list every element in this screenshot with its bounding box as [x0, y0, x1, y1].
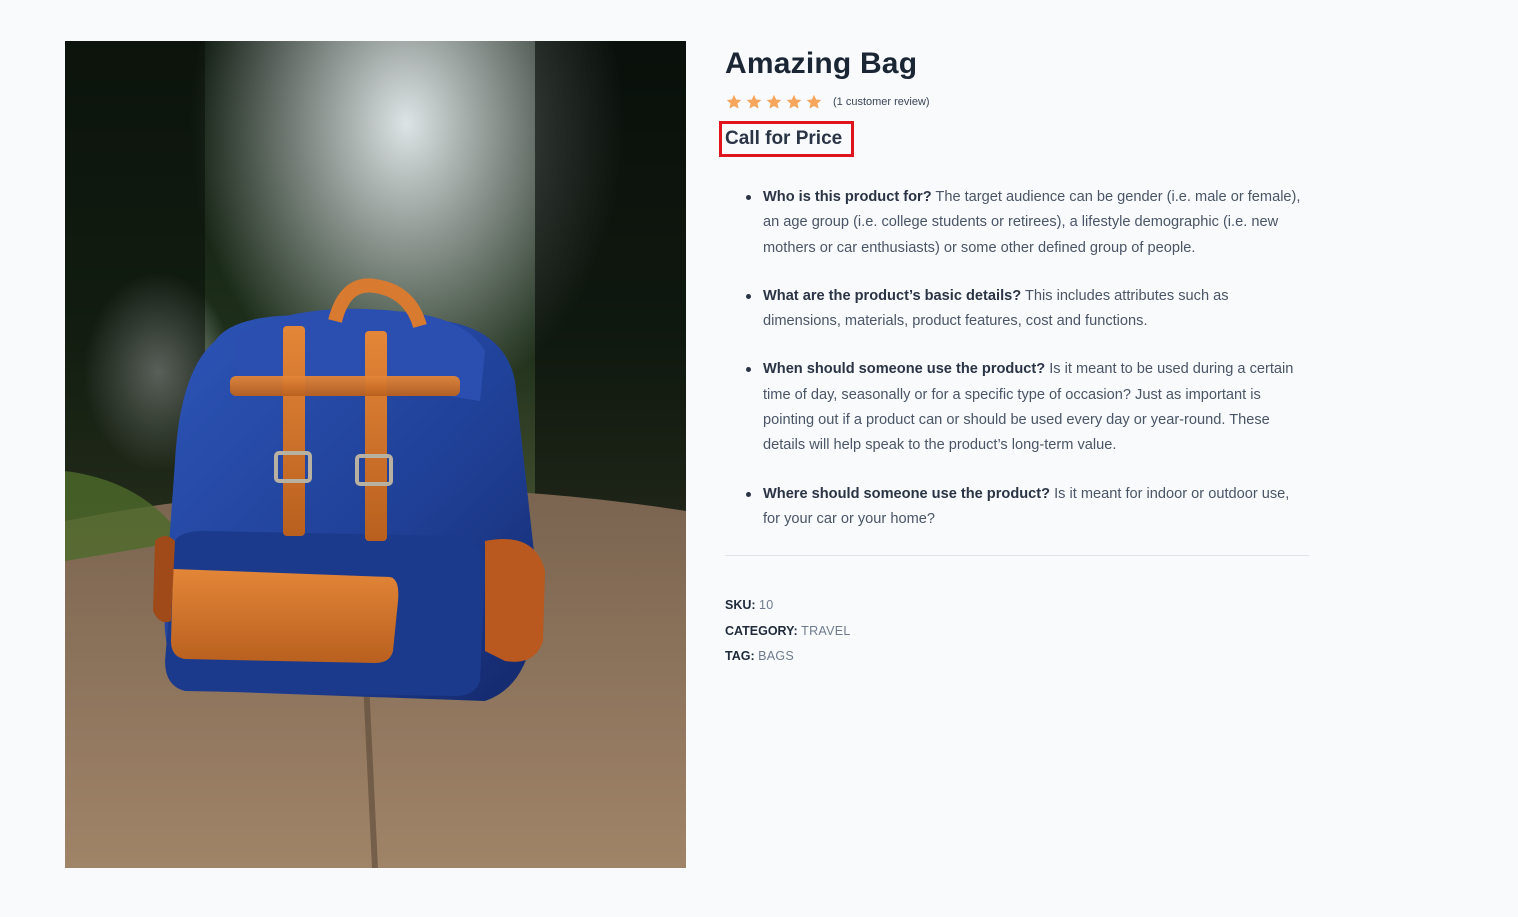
description-item: Who is this product for? The target audi…	[746, 185, 1309, 261]
description-heading: When should someone use the product?	[763, 361, 1046, 378]
product-rating: (1 customer review)	[725, 92, 1309, 112]
description-heading: Where should someone use the product?	[763, 485, 1051, 502]
star-icon	[766, 94, 782, 109]
description-item: What are the product’s basic details? Th…	[746, 284, 1309, 335]
product-title: Amazing Bag	[725, 47, 918, 80]
product-description-list: Who is this product for? The target audi…	[725, 185, 1309, 532]
sku-row: SKU: 10	[725, 593, 1309, 619]
description-item: Where should someone use the product? Is…	[746, 482, 1309, 533]
category-link[interactable]: TRAVEL	[801, 624, 851, 638]
product-summary: Amazing Bag (1 customer review) Call for…	[719, 44, 1309, 670]
star-icon	[746, 94, 762, 109]
star-rating	[725, 93, 823, 111]
description-heading: What are the product’s basic details?	[763, 287, 1022, 304]
star-icon	[726, 94, 742, 109]
star-icon	[806, 94, 822, 109]
star-icon	[786, 94, 802, 109]
category-label: CATEGORY:	[725, 623, 798, 638]
description-item: When should someone use the product? Is …	[746, 357, 1309, 458]
product-image[interactable]	[65, 41, 686, 868]
customer-review-link[interactable]: (1 customer review)	[833, 96, 930, 108]
category-row: CATEGORY: TRAVEL	[725, 619, 1309, 645]
tag-row: TAG: BAGS	[725, 644, 1309, 670]
sku-label: SKU:	[725, 598, 756, 613]
description-heading: Who is this product for?	[763, 189, 932, 205]
divider	[725, 555, 1309, 557]
sku-value: 10	[759, 598, 774, 613]
product-meta: SKU: 10 CATEGORY: TRAVEL TAG: BAGS	[725, 593, 1309, 670]
price-label: Call for Price	[719, 121, 855, 157]
tag-link[interactable]: BAGS	[758, 649, 794, 663]
tag-label: TAG:	[725, 649, 755, 664]
